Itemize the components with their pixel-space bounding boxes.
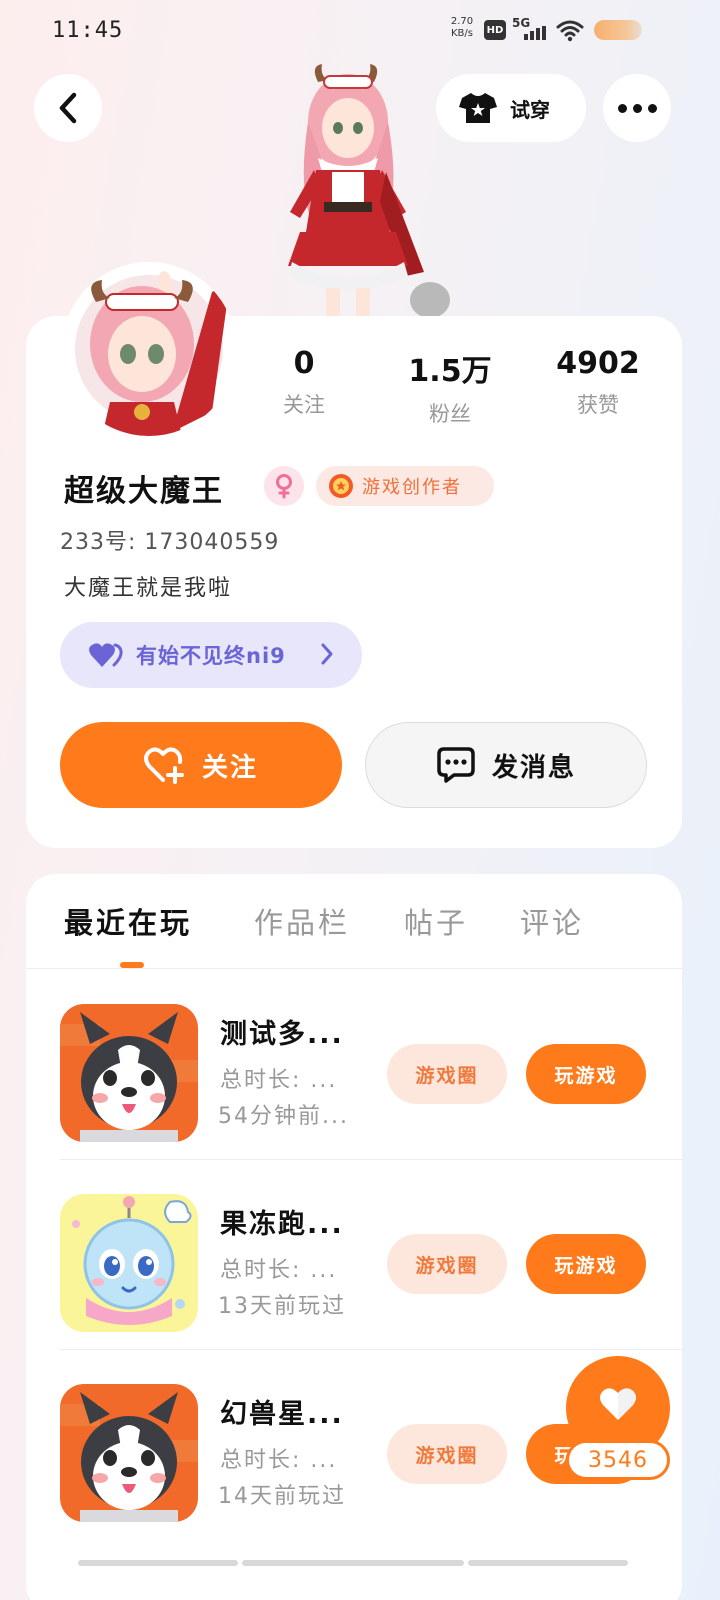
game-last-played: 13天前玩过 xyxy=(218,1294,346,1319)
game-row[interactable]: 果冻跑... 总时长: ... 13天前玩过 游戏圈 玩游戏 xyxy=(26,1160,682,1350)
heart-plus-icon xyxy=(143,747,184,784)
user-id[interactable]: 233号: 173040559 xyxy=(60,524,279,556)
chevron-right-icon xyxy=(321,643,333,665)
username: 超级大魔王 xyxy=(64,474,224,509)
game-duration: 总时长: ... xyxy=(220,1068,338,1093)
stat-likes[interactable]: 4902 获赞 xyxy=(538,346,658,419)
game-circle-button[interactable]: 游戏圈 xyxy=(387,1424,507,1484)
net-speed: 2.70 KB/s xyxy=(450,16,474,39)
game-duration: 总时长: ... xyxy=(220,1448,338,1473)
jelly-robot-icon xyxy=(60,1194,198,1332)
back-arrow-icon xyxy=(59,92,77,124)
female-gender-icon xyxy=(264,466,304,506)
tryon-label: 试穿 xyxy=(510,97,550,122)
profile-avatar-image xyxy=(62,262,236,436)
tab-recent-play[interactable]: 最近在玩 xyxy=(64,900,192,942)
back-button[interactable] xyxy=(34,74,102,142)
tab-comments[interactable]: 评论 xyxy=(520,900,584,942)
bio: 大魔王就是我啦 xyxy=(64,576,233,601)
game-title: 幻兽星... xyxy=(220,1399,344,1430)
double-heart-icon xyxy=(89,643,123,667)
game-last-played: 54分钟前... xyxy=(218,1104,349,1129)
game-duration: 总时长: ... xyxy=(220,1258,338,1283)
husky-dog-icon xyxy=(60,1384,198,1522)
tab-divider xyxy=(26,968,682,969)
tab-works[interactable]: 作品栏 xyxy=(254,900,350,942)
game-title: 测试多... xyxy=(220,1019,344,1050)
follow-button[interactable]: 关注 xyxy=(60,722,342,808)
game-last-played: 14天前玩过 xyxy=(218,1484,346,1509)
status-time: 11:45 xyxy=(52,18,124,43)
status-bar: 11:45 2.70 KB/s HD 5G xyxy=(0,0,720,62)
message-button[interactable]: 发消息 xyxy=(365,722,647,808)
scroll-indicator xyxy=(468,1560,628,1566)
game-title: 果冻跑... xyxy=(220,1209,344,1240)
play-game-button[interactable]: 玩游戏 xyxy=(526,1234,646,1294)
play-game-button[interactable]: 玩游戏 xyxy=(526,1044,646,1104)
game-circle-button[interactable]: 游戏圈 xyxy=(387,1044,507,1104)
avatar[interactable] xyxy=(62,262,236,436)
signature-pill[interactable]: 有始不见终ni9 xyxy=(60,622,362,688)
game-circle-button[interactable]: 游戏圈 xyxy=(387,1234,507,1294)
like-count: 3546 xyxy=(566,1440,670,1480)
creator-medal-icon xyxy=(329,474,353,498)
scroll-indicator xyxy=(78,1560,238,1566)
chat-bubble-icon xyxy=(437,747,475,783)
more-dots-icon xyxy=(617,103,657,113)
tab-posts[interactable]: 帖子 xyxy=(404,900,468,942)
battery-icon xyxy=(594,20,642,40)
creator-badge[interactable]: 游戏创作者 xyxy=(316,466,494,506)
more-button[interactable] xyxy=(603,74,671,142)
scroll-indicator xyxy=(242,1560,464,1566)
avatar-3d-figure xyxy=(288,64,450,320)
game-row[interactable]: 测试多... 总时长: ... 54分钟前... 游戏圈 玩游戏 xyxy=(26,970,682,1160)
stat-following[interactable]: 0 关注 xyxy=(244,346,364,419)
stat-fans[interactable]: 1.5万 粉丝 xyxy=(390,346,510,428)
hd-icon: HD xyxy=(484,20,506,40)
husky-dog-icon xyxy=(60,1004,198,1142)
heart-icon xyxy=(600,1388,636,1420)
wifi-icon xyxy=(556,20,584,42)
tshirt-icon xyxy=(459,93,497,123)
tryon-button[interactable]: 试穿 xyxy=(436,74,586,142)
signal-icon: 5G xyxy=(512,16,548,42)
